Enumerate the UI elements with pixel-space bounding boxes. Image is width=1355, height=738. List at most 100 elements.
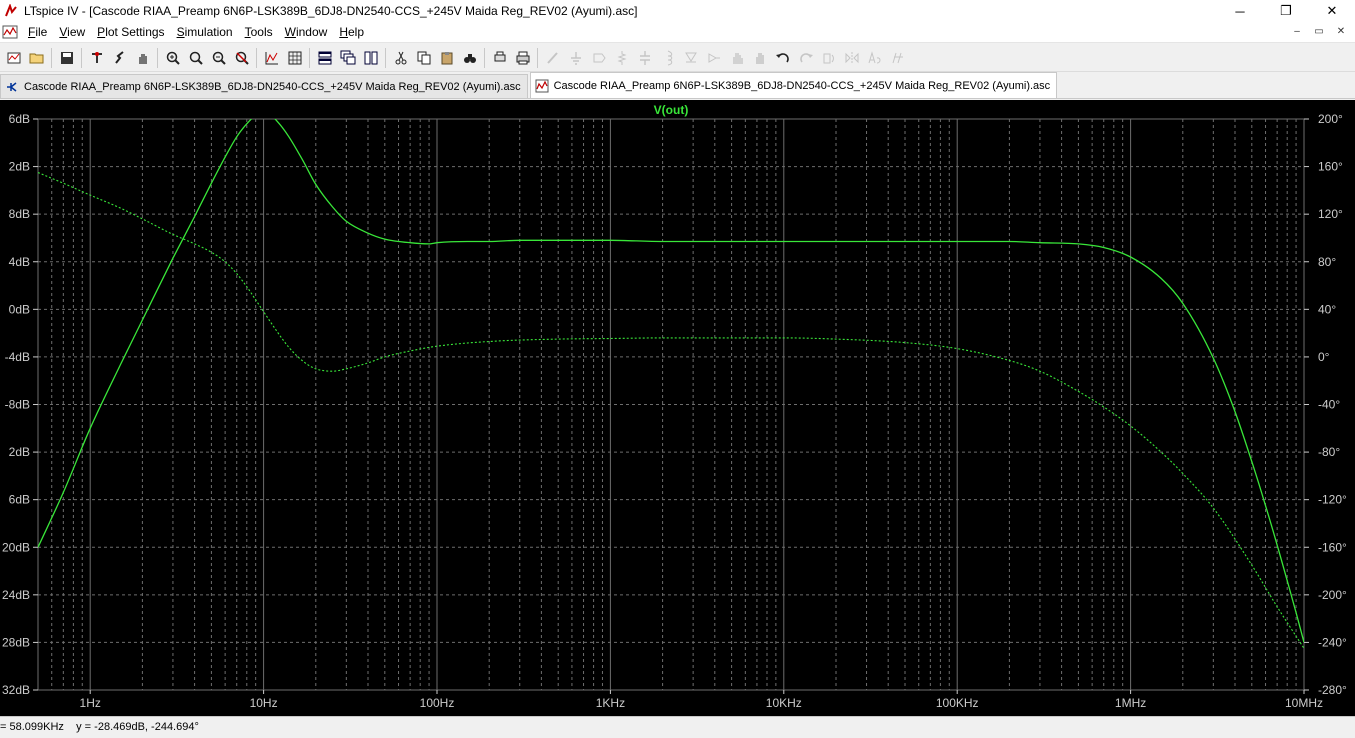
- autorange-button[interactable]: [260, 47, 283, 69]
- open-schematic-button[interactable]: [2, 47, 25, 69]
- zoom-area-button[interactable]: [184, 47, 207, 69]
- document-tab[interactable]: Cascode RIAA_Preamp 6N6P-LSK389B_6DJ8-DN…: [529, 72, 1058, 98]
- waveform-chart[interactable]: 6dB 2dB 8dB 4dB 0dB -4dB -8dB 2dB 6dB 20dB 24dB 28d…: [0, 100, 1355, 716]
- copy-button[interactable]: [412, 47, 435, 69]
- menu-tools[interactable]: Tools: [239, 22, 279, 43]
- print-button[interactable]: [511, 47, 534, 69]
- mdi-minimize-button[interactable]: –: [1289, 25, 1305, 40]
- waveform-plot[interactable]: 6dB 2dB 8dB 4dB 0dB -4dB -8dB 2dB 6dB 20dB 24dB 28d…: [0, 100, 1355, 716]
- run-button[interactable]: [108, 47, 131, 69]
- diode-button[interactable]: [679, 47, 702, 69]
- move-button[interactable]: [725, 47, 748, 69]
- document-tab-label: Cascode RIAA_Preamp 6N6P-LSK389B_6DJ8-DN…: [24, 80, 521, 93]
- spice-directive-button[interactable]: [886, 47, 909, 69]
- menu-plot-settings[interactable]: Plot Settings: [91, 22, 170, 43]
- zoom-cancel-icon: [235, 51, 249, 65]
- resistor-icon: [616, 50, 627, 65]
- y-left-tick-label: 6dB: [9, 493, 30, 507]
- zoom-cancel-button[interactable]: [230, 47, 253, 69]
- document-tab[interactable]: Cascode RIAA_Preamp 6N6P-LSK389B_6DJ8-DN…: [0, 74, 528, 98]
- save-button[interactable]: [55, 47, 78, 69]
- resistor-button[interactable]: [610, 47, 633, 69]
- menu-window[interactable]: Window: [279, 22, 334, 43]
- document-tab-bar: Cascode RIAA_Preamp 6N6P-LSK389B_6DJ8-DN…: [0, 72, 1355, 99]
- status-bar: = 58.099KHz y = -28.469dB, -244.694°: [0, 716, 1355, 738]
- menu-mnemonic: H: [339, 24, 348, 39]
- drag-button[interactable]: [748, 47, 771, 69]
- maximize-button[interactable]: ❐: [1263, 0, 1309, 22]
- find-icon: [463, 53, 476, 63]
- menu-simulation[interactable]: Simulation: [171, 22, 239, 43]
- cut-icon: [395, 51, 406, 64]
- x-tick-label: 1MHz: [1115, 696, 1146, 710]
- y-right-tick-label: 120°: [1318, 207, 1343, 221]
- menu-help[interactable]: Help: [333, 22, 370, 43]
- menu-bar: File View Plot Settings Simulation Tools Wind…: [0, 22, 1355, 43]
- ltspice-logo-icon: [5, 4, 17, 17]
- capacitor-button[interactable]: [633, 47, 656, 69]
- y-right-tick-label: -240°: [1318, 635, 1347, 649]
- save-icon: [60, 51, 73, 64]
- menu-label-rest: ools: [250, 24, 273, 39]
- tile-vertical-icon: [364, 51, 377, 64]
- y-left-tick-label: 28dB: [2, 635, 30, 649]
- y-right-tick-label: -40°: [1318, 398, 1340, 412]
- trace-title: V(out): [654, 103, 689, 117]
- inductor-button[interactable]: [656, 47, 679, 69]
- menu-file[interactable]: File: [22, 22, 53, 43]
- y-right-tick-label: -160°: [1318, 540, 1347, 554]
- rotate-icon: [823, 53, 834, 63]
- zoom-out-icon: [212, 51, 226, 65]
- y-left-tick-label: 4dB: [9, 255, 30, 269]
- y-right-tick-label: -80°: [1318, 445, 1340, 459]
- y-left-tick-label: 20dB: [2, 540, 30, 554]
- find-button[interactable]: [458, 47, 481, 69]
- zoom-in-button[interactable]: [161, 47, 184, 69]
- component-button[interactable]: [702, 47, 725, 69]
- ground-button[interactable]: [564, 47, 587, 69]
- grid-button[interactable]: [283, 47, 306, 69]
- halt-button[interactable]: [131, 47, 154, 69]
- zoom-out-button[interactable]: [207, 47, 230, 69]
- y-left-tick-label: 2dB: [9, 160, 30, 174]
- x-tick-label: 1Hz: [80, 696, 101, 710]
- close-button[interactable]: ✕: [1309, 0, 1355, 22]
- tile-vertical-button[interactable]: [359, 47, 382, 69]
- tile-horizontal-button[interactable]: [313, 47, 336, 69]
- cut-button[interactable]: [389, 47, 412, 69]
- document-tab-label: Cascode RIAA_Preamp 6N6P-LSK389B_6DJ8-DN…: [553, 79, 1051, 92]
- menu-mnemonic: S: [176, 24, 185, 39]
- paste-button[interactable]: [435, 47, 458, 69]
- window-title: LTspice IV - [Cascode RIAA_Preamp 6N6P-L…: [24, 4, 638, 18]
- mdi-close-button[interactable]: ✕: [1333, 25, 1349, 40]
- spice-directive-icon: [892, 52, 903, 63]
- print-setup-button[interactable]: [488, 47, 511, 69]
- minimize-button[interactable]: ─: [1217, 0, 1263, 22]
- print-setup-icon: [494, 51, 505, 61]
- document-waveform-icon[interactable]: [2, 24, 18, 40]
- mirror-button[interactable]: [840, 47, 863, 69]
- control-panel-button[interactable]: [85, 47, 108, 69]
- draw-wire-button[interactable]: [541, 47, 564, 69]
- rotate-button[interactable]: [817, 47, 840, 69]
- menu-mnemonic: P: [97, 24, 106, 39]
- toolbar-separator: [157, 47, 158, 68]
- menu-label-rest: imulation: [184, 24, 233, 39]
- label-net-button[interactable]: [587, 47, 610, 69]
- redo-button[interactable]: [794, 47, 817, 69]
- x-tick-label: 10MHz: [1285, 696, 1323, 710]
- open-file-button[interactable]: [25, 47, 48, 69]
- text-button[interactable]: [863, 47, 886, 69]
- toolbar-separator: [385, 47, 386, 68]
- undo-icon: [775, 52, 789, 62]
- y-left-tick-label: 24dB: [2, 588, 30, 602]
- menu-view[interactable]: View: [53, 22, 91, 43]
- menu-label-rest: indow: [295, 24, 328, 39]
- undo-button[interactable]: [771, 47, 794, 69]
- toolbar-separator: [484, 47, 485, 68]
- cascade-button[interactable]: [336, 47, 359, 69]
- y-right-tick-label: 200°: [1318, 112, 1343, 126]
- mdi-restore-button[interactable]: ▭: [1311, 25, 1327, 40]
- ground-icon: [570, 51, 581, 65]
- menu-mnemonic: V: [59, 24, 68, 39]
